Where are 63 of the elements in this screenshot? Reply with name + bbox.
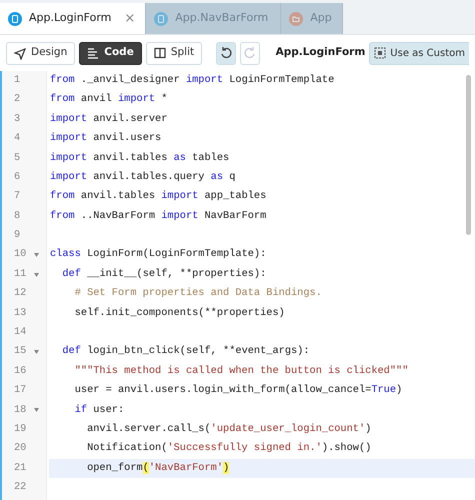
code-line: from anvil.tables import app_tables <box>50 189 266 204</box>
line-number: 15 <box>13 344 28 360</box>
form-icon <box>8 12 22 26</box>
code-line: from ..NavBarForm import NavBarForm <box>50 208 266 224</box>
line-number: 16 <box>13 364 28 379</box>
line-number: 2 <box>13 92 22 108</box>
line-number: 7 <box>13 189 22 204</box>
code-line: from ._anvil_designer import LoginFormTemplate <box>50 72 334 88</box>
line-number: 1 <box>13 72 22 88</box>
code-line: import anvil.tables as tables <box>50 150 230 166</box>
line-number: 14 <box>13 325 28 340</box>
line-number: 22 <box>13 480 28 496</box>
code-line: if user: <box>74 402 124 418</box>
line-number: 6 <box>13 170 22 185</box>
line-number: 10 <box>13 247 28 262</box>
mode-button[interactable]: Code <box>79 42 142 64</box>
line-number: 11 <box>13 266 28 282</box>
line-number: 13 <box>13 306 28 321</box>
line-number: 20 <box>13 441 28 456</box>
code-line: """This method is called when the button is clicked""" <box>74 364 408 379</box>
lines-icon <box>87 46 100 60</box>
line-number: 4 <box>13 131 22 146</box>
form-icon <box>154 12 168 26</box>
code-line: class LoginForm(LoginFormTemplate): <box>50 247 266 262</box>
line-number: 17 <box>13 383 28 398</box>
close-icon[interactable]: × <box>124 8 136 28</box>
line-number: 21 <box>13 460 28 476</box>
code-line: self.init_components(**properties) <box>74 306 285 321</box>
line-number: 18 <box>13 402 28 418</box>
code-line: def login_btn_click(self, **event_args): <box>61 344 310 360</box>
code-line: anvil.server.call_s('update_user_login_count') <box>86 422 372 437</box>
columns-icon <box>154 46 166 60</box>
fold-arrow-icon[interactable] <box>34 272 39 277</box>
mode-button[interactable]: Design <box>6 42 76 64</box>
fold-arrow-icon[interactable] <box>34 408 39 412</box>
code-line: import anvil.users <box>50 131 162 146</box>
line-number: 3 <box>13 112 22 127</box>
fold-arrow-icon[interactable] <box>34 253 39 258</box>
folder-icon <box>289 12 304 26</box>
line-number: 5 <box>13 150 22 166</box>
redo-icon <box>242 46 257 60</box>
code-line: Notification('Successfully signed in.').show() <box>86 441 372 456</box>
custom-component-button[interactable]: Use as Custom <box>369 42 469 64</box>
undo-icon <box>218 46 233 60</box>
code-line: import anvil.server <box>50 112 168 127</box>
form-name: App.LoginForm <box>276 45 366 60</box>
line-number: 9 <box>13 228 22 244</box>
file-tab[interactable]: App.LoginForm × <box>0 3 146 34</box>
line-number: 8 <box>13 208 22 224</box>
code-line: def __init__(self, **properties): <box>61 266 266 282</box>
line-number: 19 <box>13 422 28 437</box>
scrollbar-thumb[interactable] <box>466 75 471 235</box>
code-line: import anvil.tables.query as q <box>50 170 236 185</box>
fold-arrow-icon[interactable] <box>34 350 39 354</box>
mode-button[interactable]: Split <box>146 42 202 64</box>
code-line: # Set Form properties and Data Bindings. <box>74 286 322 302</box>
code-line: from anvil import * <box>50 92 168 108</box>
undo-button[interactable] <box>216 42 236 64</box>
code-line: user = anvil.users.login_with_form(allow_cancel=True) <box>74 383 402 398</box>
paper-plane-icon <box>14 46 26 60</box>
line-number: 12 <box>13 286 28 302</box>
code-line: open_form('NavBarForm') <box>86 460 230 476</box>
component-icon <box>374 47 386 59</box>
